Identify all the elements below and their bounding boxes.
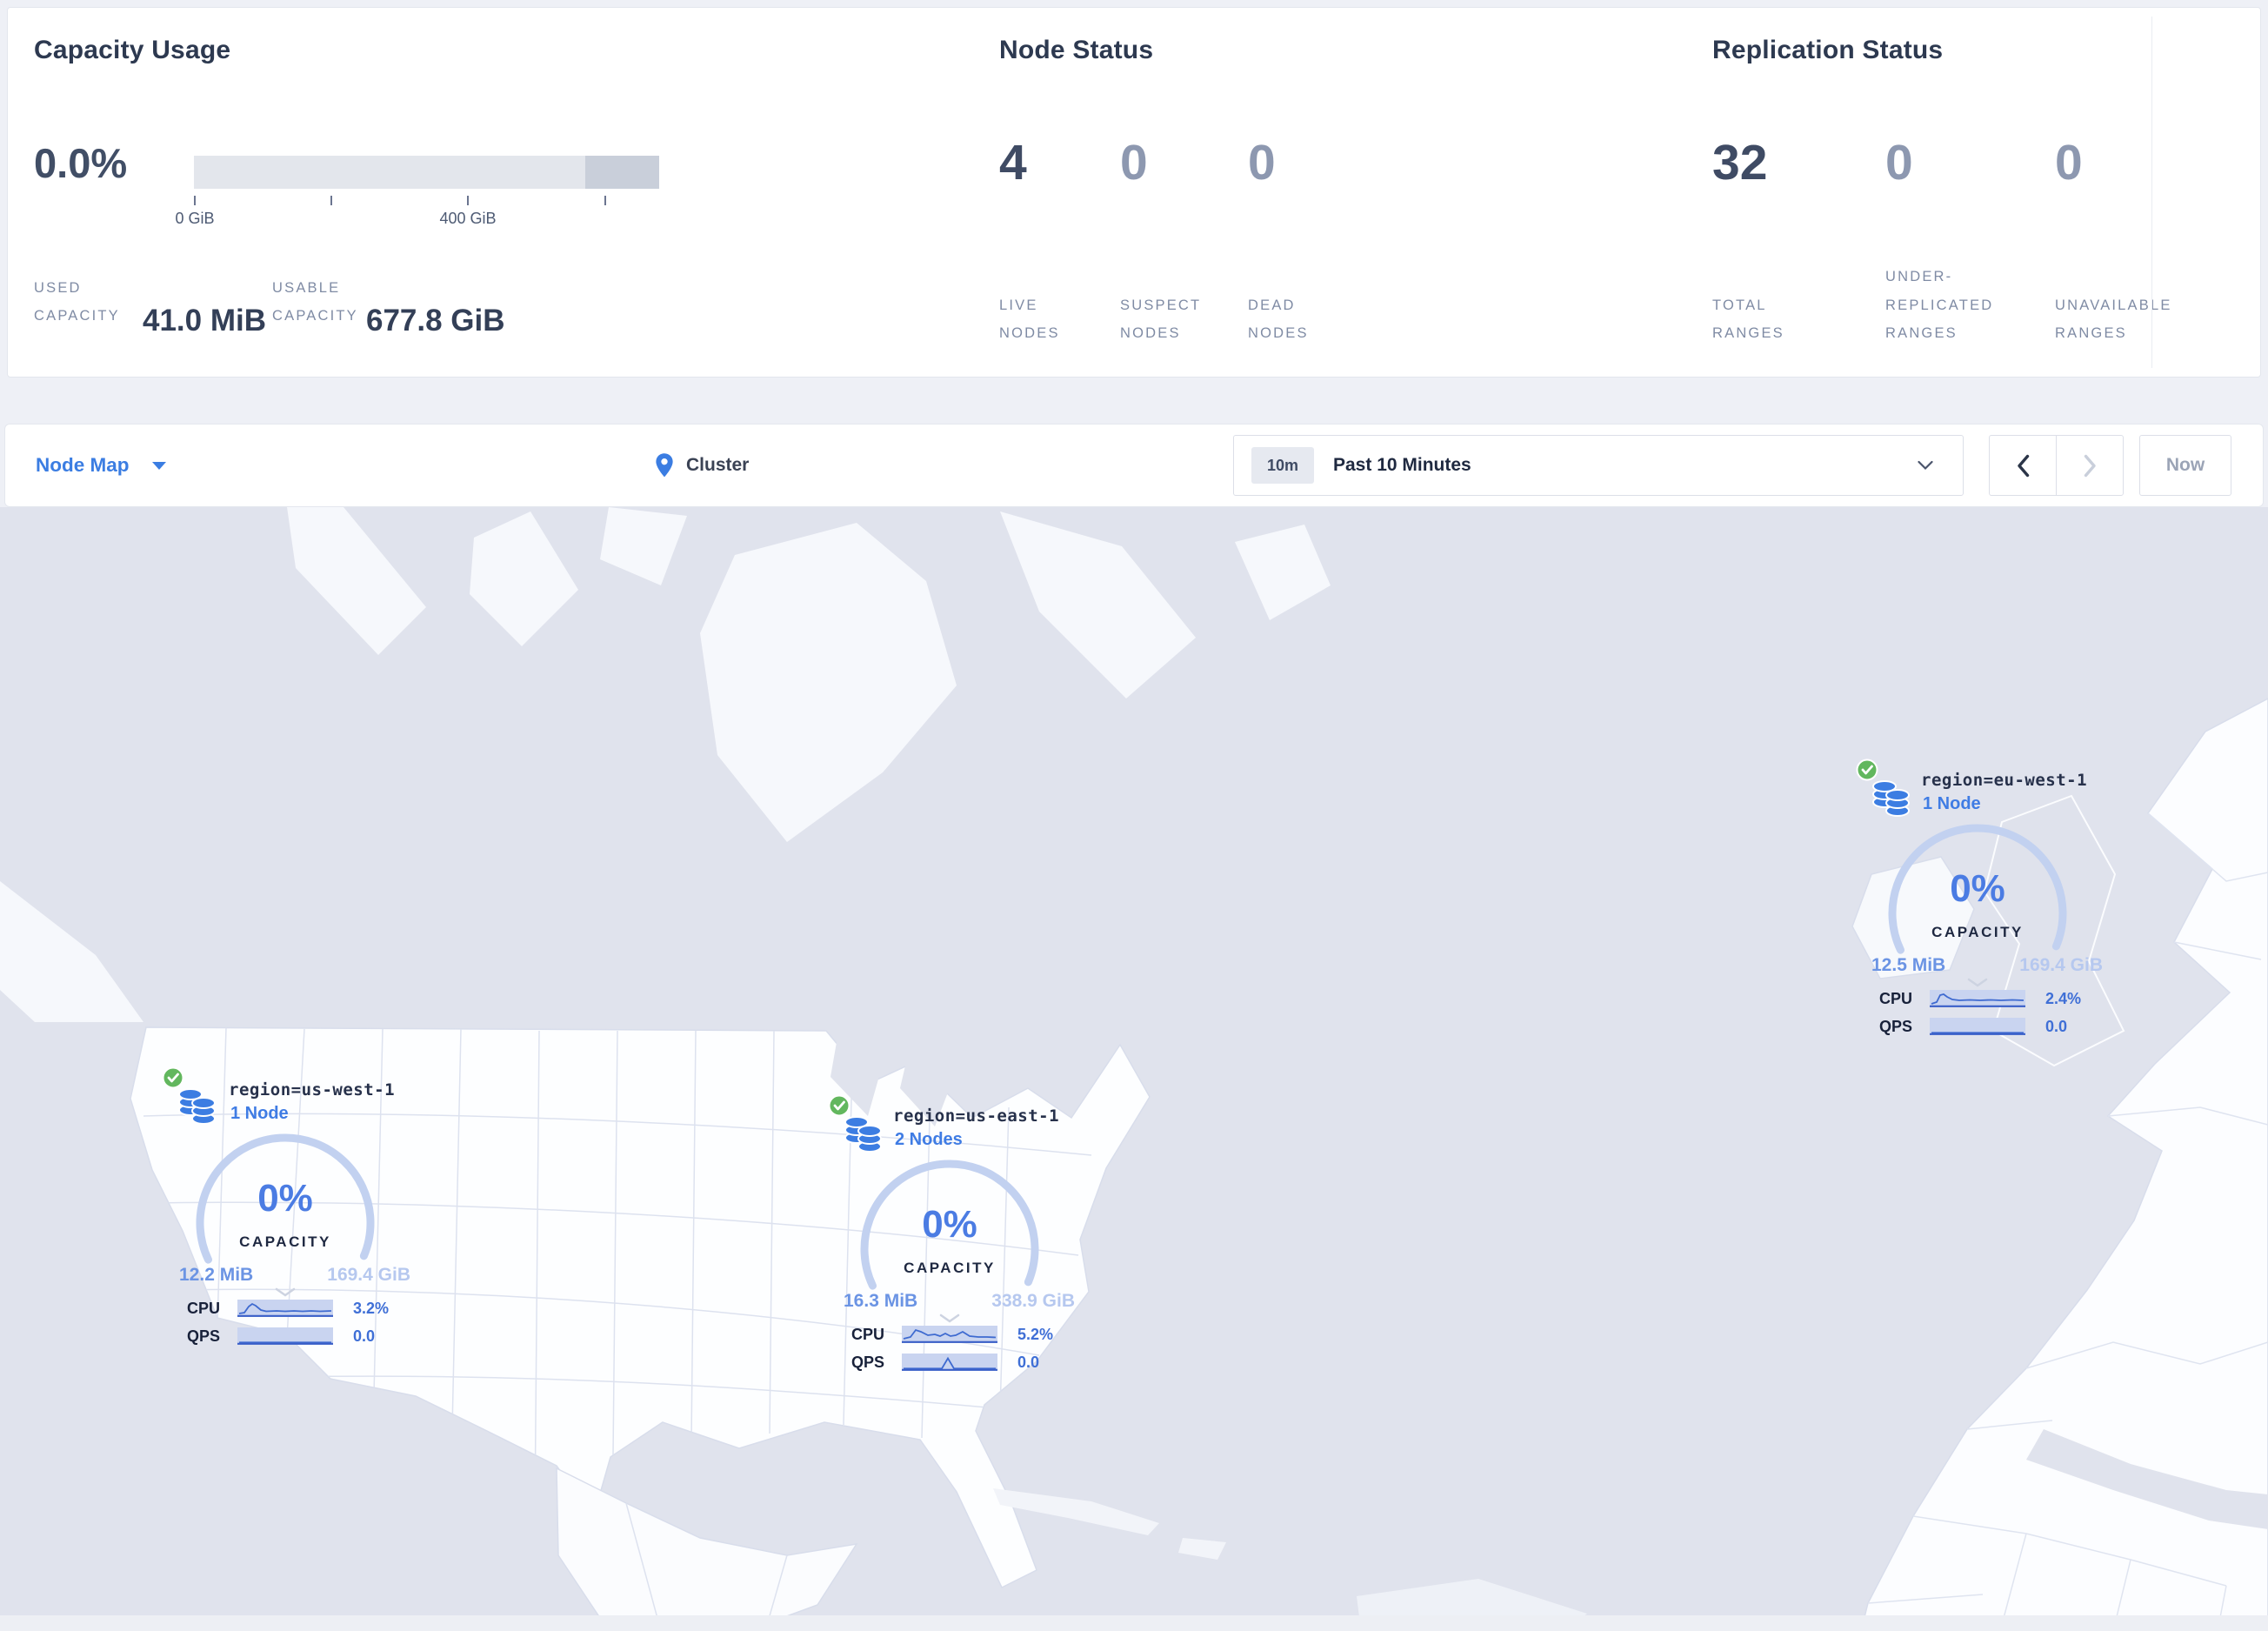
chevron-left-icon <box>2017 454 2029 477</box>
capacity-percent: 0% <box>1950 867 2005 910</box>
cpu-label: CPU <box>1879 990 1913 1007</box>
region-name: region=us-west-1 <box>229 1080 396 1100</box>
qps-sparkline <box>902 1354 997 1371</box>
usable-capacity-value: 677.8 GiB <box>366 304 505 338</box>
map-toolbar: Node Map Cluster 10m Past 10 Minutes Now <box>4 424 2264 507</box>
time-range-label: Past 10 Minutes <box>1333 455 1471 475</box>
cpu-sparkline <box>902 1326 997 1343</box>
region-node-count: 2 Nodes <box>895 1130 963 1149</box>
cluster-summary-panel: Capacity Usage 0.0% 0 GiB 400 GiB USED C… <box>7 7 2261 378</box>
usable-capacity-label: USABLE CAPACITY <box>272 280 358 324</box>
region-marker-us-west-1[interactable]: region=us-west-1 1 Node 0% CAPACITY 12.2… <box>162 1063 423 1359</box>
replication-status-title: Replication Status <box>1712 36 1944 64</box>
database-stack-icon <box>844 1116 882 1153</box>
cpu-sparkline <box>237 1300 333 1317</box>
suspect-nodes-count: 0 <box>1120 135 1148 191</box>
location-pin-icon <box>656 453 673 478</box>
under-replicated-count: 0 <box>1885 135 1913 191</box>
capacity-usage-percent: 0.0% <box>34 140 128 186</box>
capacity-label: CAPACITY <box>904 1260 996 1276</box>
qps-value: 0.0 <box>2045 1018 2068 1035</box>
region-usable-capacity: 169.4 GiB <box>327 1265 410 1285</box>
dead-nodes-count: 0 <box>1248 135 1276 191</box>
breadcrumb[interactable]: Cluster <box>655 424 749 506</box>
database-stack-icon <box>1872 780 1910 817</box>
qps-sparkline <box>1930 1018 2025 1035</box>
axis-tick <box>330 196 332 205</box>
axis-tick <box>604 196 606 205</box>
capacity-usage-bar-reserved <box>585 156 659 189</box>
expand-chevron-icon <box>1967 978 1988 987</box>
capacity-usage-bar <box>194 156 659 189</box>
region-name: region=us-east-1 <box>893 1106 1060 1126</box>
axis-tick-label: 0 GiB <box>175 210 215 227</box>
cpu-value: 5.2% <box>1017 1326 1054 1343</box>
region-node-count: 1 Node <box>230 1104 289 1123</box>
used-capacity-label: USED CAPACITY <box>34 280 120 324</box>
breadcrumb-label: Cluster <box>686 455 750 475</box>
qps-label: QPS <box>851 1354 885 1371</box>
live-nodes-count: 4 <box>999 135 1027 191</box>
qps-sparkline <box>237 1327 333 1345</box>
qps-value: 0.0 <box>353 1327 376 1345</box>
view-selector[interactable]: Node Map <box>36 424 166 506</box>
qps-label: QPS <box>187 1327 221 1345</box>
unavailable-label: UNAVAILABLE RANGES <box>2055 297 2172 341</box>
database-stack-icon <box>178 1088 216 1125</box>
axis-tick <box>467 196 469 205</box>
unavailable-count: 0 <box>2055 135 2083 191</box>
panel-divider <box>2151 17 2152 368</box>
view-selector-label: Node Map <box>36 454 130 476</box>
qps-label: QPS <box>1879 1018 1913 1035</box>
cpu-sparkline <box>1930 990 2025 1007</box>
node-map-canvas[interactable]: region=us-west-1 1 Node 0% CAPACITY 12.2… <box>0 507 2268 1631</box>
previous-interval-button[interactable] <box>1990 436 2056 495</box>
used-capacity-value: 41.0 MiB <box>143 304 266 338</box>
total-ranges-count: 32 <box>1712 135 1768 191</box>
dead-nodes-label: DEAD NODES <box>1248 297 1309 341</box>
cpu-value: 2.4% <box>2045 990 2082 1007</box>
now-button-label: Now <box>2165 455 2205 475</box>
suspect-nodes-label: SUSPECT NODES <box>1120 297 1202 341</box>
qps-value: 0.0 <box>1017 1354 1040 1371</box>
total-ranges-label: TOTAL RANGES <box>1712 297 1784 341</box>
capacity-label: CAPACITY <box>239 1233 331 1250</box>
axis-tick <box>194 196 196 205</box>
region-marker-eu-west-1[interactable]: region=eu-west-1 1 Node 0% CAPACITY 12.5… <box>1854 753 2115 1049</box>
region-marker-us-east-1[interactable]: region=us-east-1 2 Nodes 0% CAPACITY 16.… <box>826 1089 1087 1385</box>
capacity-label: CAPACITY <box>1931 924 2024 940</box>
next-interval-button[interactable] <box>2056 436 2123 495</box>
node-status-title: Node Status <box>999 36 1154 64</box>
region-used-capacity: 12.2 MiB <box>179 1265 254 1285</box>
capacity-percent: 0% <box>922 1203 977 1246</box>
live-nodes-label: LIVE NODES <box>999 297 1060 341</box>
now-button[interactable]: Now <box>2139 435 2231 496</box>
region-usable-capacity: 338.9 GiB <box>991 1291 1075 1311</box>
axis-tick-label: 400 GiB <box>439 210 497 227</box>
chevron-down-icon <box>151 461 166 470</box>
cpu-value: 3.2% <box>353 1300 390 1317</box>
time-range-badge: 10m <box>1251 447 1314 484</box>
expand-chevron-icon <box>939 1313 960 1323</box>
region-usable-capacity: 169.4 GiB <box>2019 955 2103 975</box>
under-replicated-label: UNDER- REPLICATED RANGES <box>1885 269 1994 341</box>
capacity-percent: 0% <box>257 1177 313 1220</box>
chevron-down-icon <box>1918 460 1933 471</box>
expand-chevron-icon <box>275 1287 296 1297</box>
region-name: region=eu-west-1 <box>1921 771 2088 790</box>
time-range-dropdown[interactable]: 10m Past 10 Minutes <box>1233 435 1964 496</box>
cpu-label: CPU <box>851 1326 885 1343</box>
region-used-capacity: 12.5 MiB <box>1871 955 1946 975</box>
time-step-control <box>1989 435 2124 496</box>
chevron-right-icon <box>2084 454 2096 477</box>
capacity-usage-title: Capacity Usage <box>34 36 231 64</box>
region-node-count: 1 Node <box>1923 794 1981 813</box>
cpu-label: CPU <box>187 1300 221 1317</box>
region-used-capacity: 16.3 MiB <box>844 1291 918 1311</box>
